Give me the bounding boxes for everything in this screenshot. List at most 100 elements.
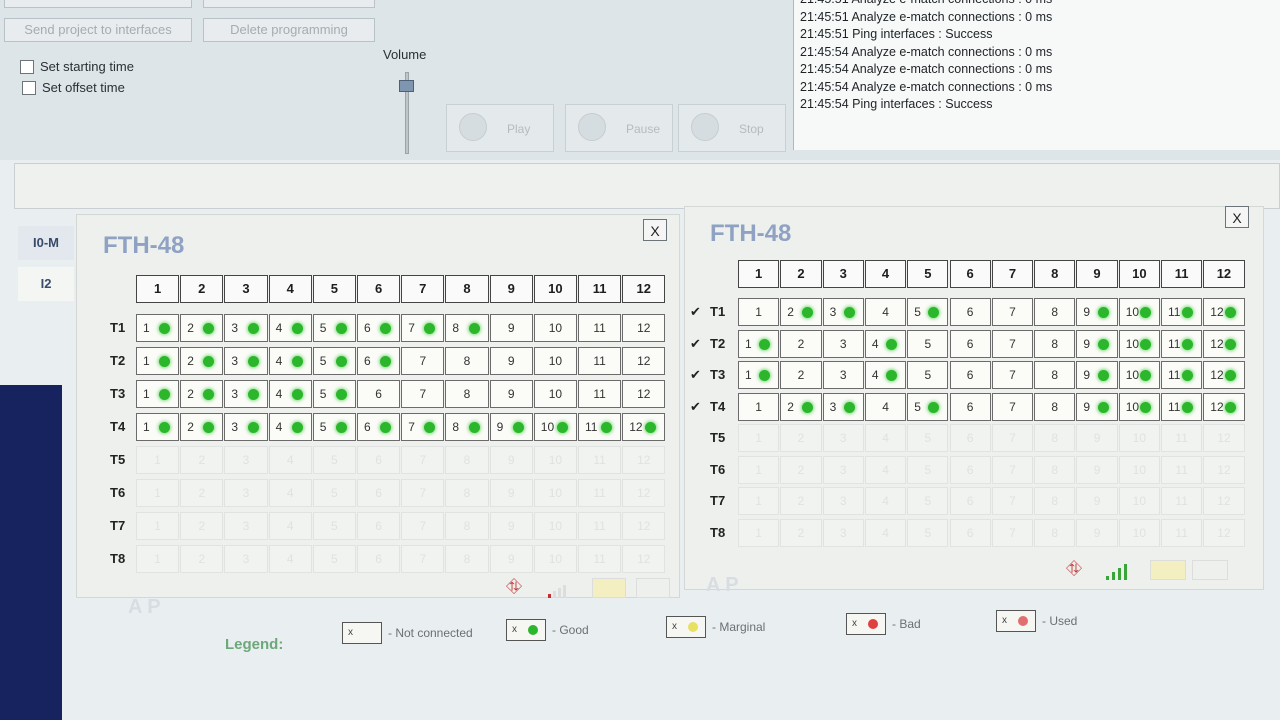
- cue-cell[interactable]: 11: [1161, 361, 1203, 389]
- cue-cell[interactable]: 8: [445, 413, 489, 441]
- cue-cell[interactable]: 4: [864, 298, 907, 326]
- cue-cell[interactable]: 4: [864, 455, 907, 484]
- cue-cell[interactable]: 1: [136, 545, 180, 573]
- cue-cell[interactable]: 3: [224, 512, 268, 540]
- cue-cell[interactable]: 9: [1076, 361, 1118, 389]
- cue-cell[interactable]: 7: [401, 347, 445, 375]
- cue-cell[interactable]: 1: [738, 392, 780, 421]
- cue-cell[interactable]: 1: [136, 512, 180, 540]
- stop-button[interactable]: Stop: [678, 104, 786, 152]
- cue-cell[interactable]: 12: [1203, 455, 1245, 484]
- cue-cell[interactable]: 2: [780, 487, 822, 515]
- cue-cell[interactable]: 7: [991, 424, 1034, 452]
- cue-cell[interactable]: 8: [1034, 392, 1076, 421]
- cue-cell[interactable]: 4: [864, 361, 907, 389]
- cue-cell[interactable]: 7: [401, 446, 445, 474]
- cue-cell[interactable]: 3: [224, 446, 268, 474]
- cue-cell[interactable]: 6: [357, 413, 401, 441]
- cue-cell[interactable]: 5: [312, 413, 356, 441]
- cue-cell[interactable]: 12: [622, 446, 666, 474]
- cue-cell[interactable]: 6: [357, 512, 401, 540]
- cue-cell[interactable]: 7: [991, 329, 1034, 358]
- cue-cell[interactable]: 11: [578, 512, 622, 540]
- cue-cell[interactable]: 12: [622, 479, 666, 507]
- cue-cell[interactable]: 2: [180, 545, 224, 573]
- cue-cell[interactable]: 6: [949, 455, 991, 484]
- cue-cell[interactable]: 6: [949, 329, 991, 358]
- cue-cell[interactable]: 8: [445, 446, 489, 474]
- cue-cell[interactable]: 5: [312, 479, 356, 507]
- cue-cell[interactable]: 6: [357, 479, 401, 507]
- cue-cell[interactable]: 4: [864, 518, 907, 547]
- cue-cell[interactable]: 12: [1203, 329, 1245, 358]
- cue-cell[interactable]: 3: [822, 455, 864, 484]
- cue-cell[interactable]: 12: [1203, 518, 1245, 547]
- cue-cell[interactable]: 12: [1203, 361, 1245, 389]
- cue-cell[interactable]: 7: [991, 298, 1034, 326]
- cue-cell[interactable]: 2: [180, 446, 224, 474]
- cue-cell[interactable]: 10: [1118, 455, 1160, 484]
- cue-cell[interactable]: 11: [578, 314, 622, 342]
- cue-cell[interactable]: 2: [180, 413, 224, 441]
- cue-cell[interactable]: 12: [622, 413, 666, 441]
- cue-cell[interactable]: 7: [401, 314, 445, 342]
- cue-cell[interactable]: 5: [312, 512, 356, 540]
- cue-cell[interactable]: 3: [822, 361, 864, 389]
- cue-cell[interactable]: 2: [780, 518, 822, 547]
- cue-cell[interactable]: 8: [1034, 361, 1076, 389]
- cue-cell[interactable]: 11: [1161, 424, 1203, 452]
- cue-cell[interactable]: 1: [738, 455, 780, 484]
- cue-cell[interactable]: 8: [445, 479, 489, 507]
- cue-cell[interactable]: 1: [738, 361, 780, 389]
- cue-cell[interactable]: 9: [1076, 392, 1118, 421]
- cue-cell[interactable]: 2: [180, 512, 224, 540]
- cue-cell[interactable]: 9: [1076, 487, 1118, 515]
- cue-cell[interactable]: 9: [489, 446, 533, 474]
- cue-cell[interactable]: 8: [1034, 455, 1076, 484]
- cue-cell[interactable]: 4: [268, 413, 312, 441]
- cue-cell[interactable]: 5: [907, 424, 949, 452]
- cue-cell[interactable]: 1: [136, 380, 180, 408]
- cue-cell[interactable]: 5: [907, 298, 949, 326]
- cue-cell[interactable]: 11: [578, 347, 622, 375]
- cue-cell[interactable]: 11: [1161, 329, 1203, 358]
- cue-cell[interactable]: 3: [224, 347, 268, 375]
- close-panel-right-button[interactable]: X: [1225, 206, 1249, 228]
- play-button[interactable]: Play: [446, 104, 554, 152]
- cue-cell[interactable]: 9: [1076, 329, 1118, 358]
- cue-cell[interactable]: 10: [1118, 424, 1160, 452]
- cue-cell[interactable]: 1: [738, 518, 780, 547]
- cue-cell[interactable]: 2: [780, 298, 822, 326]
- cue-cell[interactable]: 2: [180, 347, 224, 375]
- cue-cell[interactable]: 10: [1118, 487, 1160, 515]
- cue-cell[interactable]: 6: [949, 487, 991, 515]
- cue-cell[interactable]: 4: [268, 446, 312, 474]
- cue-cell[interactable]: 12: [1203, 298, 1245, 326]
- cue-cell[interactable]: 9: [489, 413, 533, 441]
- cue-cell[interactable]: 9: [489, 380, 533, 408]
- cue-cell[interactable]: 1: [738, 487, 780, 515]
- cue-cell[interactable]: 11: [578, 413, 622, 441]
- cue-cell[interactable]: 1: [136, 314, 180, 342]
- cue-cell[interactable]: 12: [1203, 487, 1245, 515]
- timeline-strip[interactable]: [14, 163, 1280, 209]
- cue-cell[interactable]: 7: [991, 361, 1034, 389]
- cue-cell[interactable]: 1: [738, 298, 780, 326]
- cue-cell[interactable]: 11: [1161, 455, 1203, 484]
- cue-cell[interactable]: 7: [401, 380, 445, 408]
- cue-cell[interactable]: 2: [180, 380, 224, 408]
- cue-cell[interactable]: 8: [445, 347, 489, 375]
- cue-cell[interactable]: 1: [136, 347, 180, 375]
- cue-cell[interactable]: 1: [738, 424, 780, 452]
- cue-cell[interactable]: 4: [864, 487, 907, 515]
- cue-cell[interactable]: 10: [533, 347, 577, 375]
- cue-cell[interactable]: 11: [578, 380, 622, 408]
- cue-cell[interactable]: 3: [822, 329, 864, 358]
- volume-slider-thumb[interactable]: [399, 80, 414, 92]
- cue-cell[interactable]: 5: [312, 545, 356, 573]
- cue-cell[interactable]: 6: [357, 314, 401, 342]
- cue-cell[interactable]: 8: [1034, 424, 1076, 452]
- cue-cell[interactable]: 5: [312, 446, 356, 474]
- cue-cell[interactable]: 10: [1118, 392, 1160, 421]
- cue-cell[interactable]: 6: [357, 545, 401, 573]
